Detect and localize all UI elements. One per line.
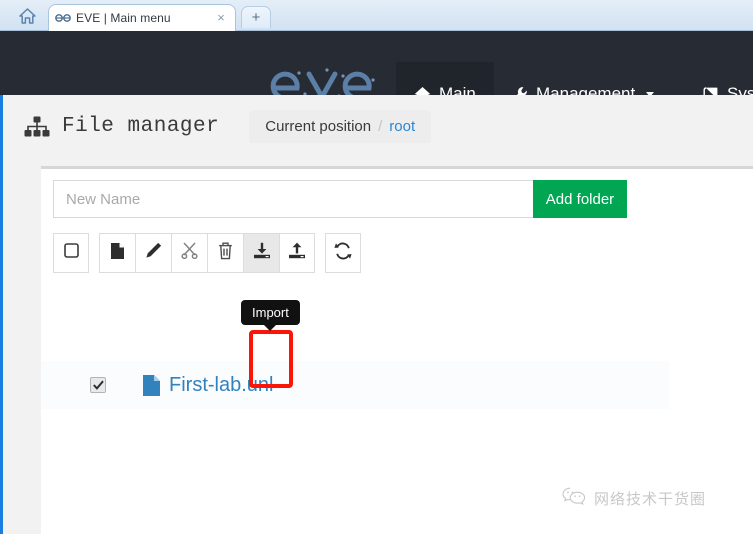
nav-item-management-label: Management: [536, 84, 636, 95]
browser-chrome: EVE | Main menu × +: [0, 0, 753, 31]
new-folder-row: Add folder: [53, 180, 627, 218]
import-button[interactable]: [243, 233, 279, 273]
close-icon[interactable]: ×: [213, 10, 229, 26]
pencil-icon: [145, 242, 162, 264]
breadcrumb-current[interactable]: root: [389, 118, 415, 135]
trash-icon: [218, 242, 233, 265]
breadcrumb-label: Current position: [265, 118, 372, 135]
file-action-group: [99, 233, 315, 273]
download-icon: [253, 242, 271, 264]
nav-item-main-label: Main: [439, 84, 476, 95]
refresh-icon: [334, 242, 352, 265]
page-body: File manager Current position / root Add…: [0, 95, 753, 534]
app-navbar: Emulated Virtual Environment Next Genera…: [0, 31, 753, 95]
page-title: File manager: [62, 115, 220, 138]
file-toolbar: [53, 233, 361, 273]
page-header: File manager Current position / root: [24, 110, 432, 143]
export-button[interactable]: [279, 233, 315, 273]
add-folder-button[interactable]: Add folder: [533, 180, 627, 218]
cut-button[interactable]: [171, 233, 207, 273]
empty-checkbox-icon: [63, 243, 79, 263]
eve-brand-logo[interactable]: Emulated Virtual Environment Next Genera…: [254, 64, 394, 95]
nav-item-system[interactable]: Syst: [685, 62, 753, 95]
new-tab-button[interactable]: +: [241, 6, 271, 28]
check-icon: [92, 380, 104, 390]
file-icon: [110, 242, 125, 265]
refresh-button[interactable]: [325, 233, 361, 273]
new-name-input[interactable]: [53, 180, 533, 218]
file-manager-panel: Add folder: [41, 166, 753, 534]
file-icon: [142, 374, 161, 397]
eve-logo-icon: [270, 68, 375, 95]
wrench-icon: [511, 86, 528, 95]
watermark: 网络技术干货圈: [562, 486, 706, 511]
nav-item-main[interactable]: Main: [396, 62, 494, 95]
breadcrumb-separator: /: [378, 118, 383, 135]
upload-icon: [288, 242, 306, 264]
breadcrumb: Current position / root: [249, 110, 432, 143]
wechat-icon: [562, 486, 586, 511]
file-name[interactable]: First-lab.unl: [169, 374, 273, 397]
browser-tab[interactable]: EVE | Main menu ×: [48, 4, 236, 31]
home-icon: [18, 7, 37, 25]
watermark-text: 网络技术干货圈: [594, 490, 707, 508]
edit-button[interactable]: [135, 233, 171, 273]
eve-favicon: [55, 11, 71, 25]
new-file-button[interactable]: [99, 233, 135, 273]
scissors-icon: [180, 242, 199, 264]
select-all-checkbox[interactable]: [53, 233, 89, 273]
table-row[interactable]: First-lab.unl: [41, 361, 669, 409]
delete-button[interactable]: [207, 233, 243, 273]
tab-title: EVE | Main menu: [76, 11, 171, 25]
home-icon: [414, 86, 431, 95]
nav-item-system-label: Syst: [727, 84, 753, 95]
import-tooltip: Import: [241, 300, 300, 331]
book-icon: [703, 86, 719, 95]
nav-item-management[interactable]: Management: [493, 62, 672, 95]
home-button[interactable]: [10, 3, 44, 29]
left-accent-rail: [0, 95, 3, 534]
sitemap-icon: [24, 116, 50, 138]
row-checkbox[interactable]: [90, 377, 106, 393]
